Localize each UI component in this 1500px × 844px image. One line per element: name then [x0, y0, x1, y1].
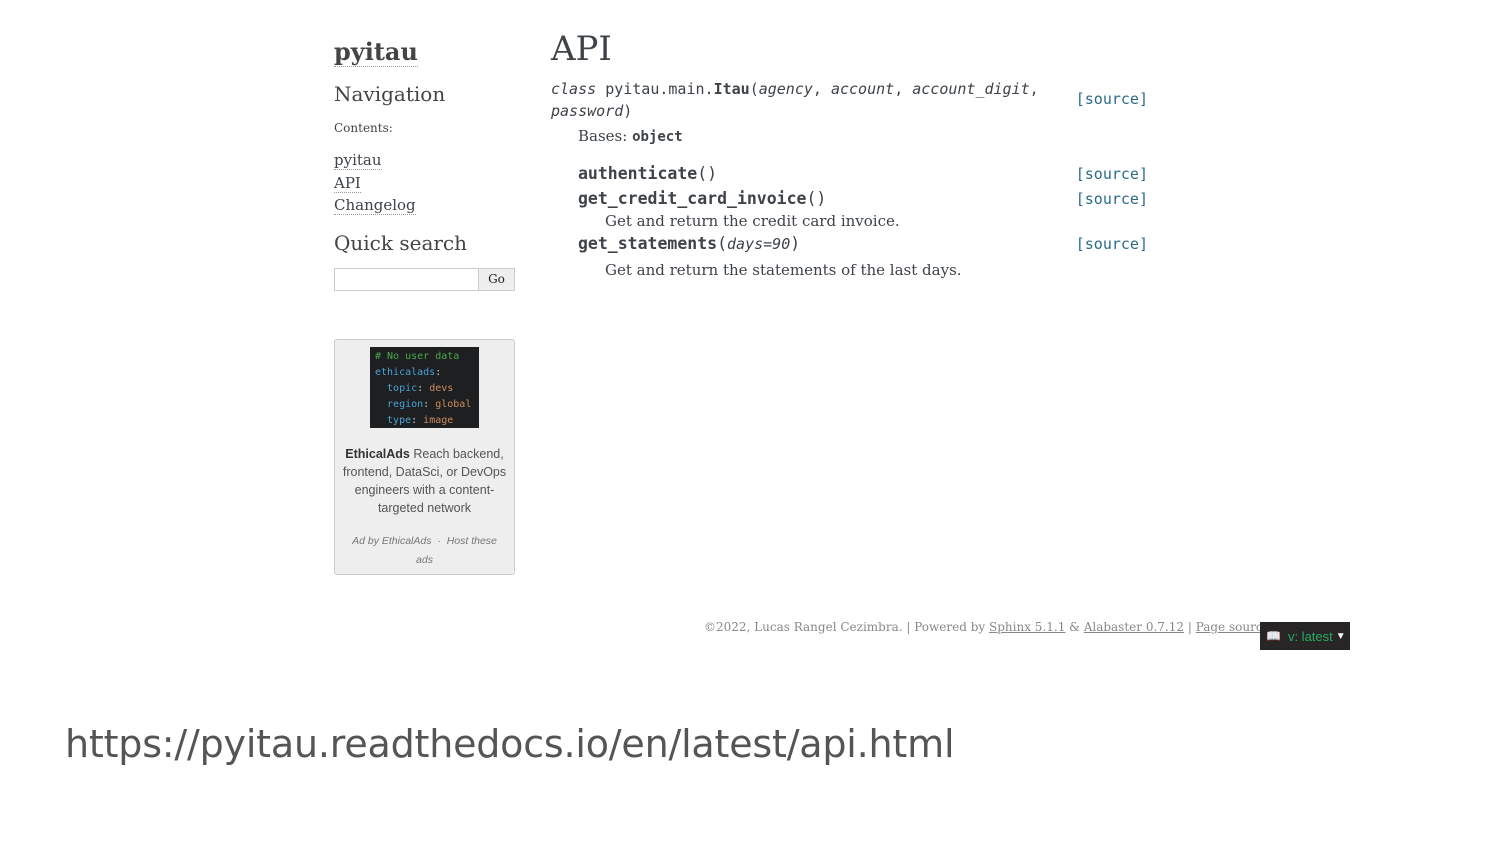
ad-footer: Ad by EthicalAds · Host these ads — [345, 532, 504, 570]
navigation-heading: Navigation — [334, 82, 446, 106]
method-get-statements: get_statements(days=90) [source] — [578, 232, 1148, 256]
footer-amp: & — [1069, 620, 1080, 634]
sidebar: pyitau Navigation Contents: pyitau API C… — [334, 38, 515, 291]
url-caption: https://pyitau.readthedocs.io/en/latest/… — [65, 722, 955, 766]
footer-pipe: | — [1187, 620, 1192, 634]
paren-close: ) — [623, 102, 633, 120]
method-name: get_credit_card_invoice — [578, 189, 807, 208]
quick-search-heading: Quick search — [334, 230, 468, 255]
method-authenticate: authenticate() [source] — [578, 162, 1148, 186]
method-name: get_statements — [578, 234, 718, 253]
paren-open: ( — [749, 80, 759, 98]
search-form: Go — [334, 267, 515, 291]
toc-item: API — [334, 172, 515, 195]
ethicalads-ad[interactable]: # No user data ethicalads: topic: devs r… — [334, 339, 515, 575]
ad-separator: · — [437, 535, 441, 547]
module-prefix: pyitau.main. — [605, 80, 714, 98]
param-sep: , — [894, 80, 913, 98]
method-source-link[interactable]: [source] — [1076, 187, 1148, 211]
ad-image[interactable]: # No user data ethicalads: topic: devs r… — [370, 347, 479, 428]
toc-link-api[interactable]: API — [334, 173, 361, 193]
alabaster-link[interactable]: Alabaster 0.7.12 — [1084, 620, 1184, 634]
ad-by-link[interactable]: Ad by EthicalAds — [352, 535, 431, 547]
page-title: API — [551, 29, 612, 69]
book-icon: 📖 — [1266, 629, 1281, 643]
main-content: API class pyitau.main.Itau(agency, accou… — [551, 28, 1148, 280]
footer-copyright: ©2022, Lucas Rangel Cezimbra. | Powered … — [704, 620, 986, 634]
caret-down-icon: ▼ — [1335, 630, 1346, 642]
toc-link-pyitau[interactable]: pyitau — [334, 151, 382, 170]
class-keyword: class — [551, 80, 597, 98]
toc-item: Changelog — [334, 194, 515, 217]
footer: ©2022, Lucas Rangel Cezimbra. | Powered … — [704, 620, 1270, 634]
bases-value: object — [632, 129, 683, 145]
class-signature: class pyitau.main.Itau(agency, account, … — [551, 78, 1148, 122]
param-sep: , — [1029, 80, 1039, 98]
bases-label: Bases: — [578, 127, 628, 145]
param-sep: , — [812, 80, 831, 98]
bases-line: Bases: object — [578, 126, 1148, 147]
version-label: v: latest — [1287, 628, 1333, 644]
search-input[interactable] — [334, 267, 479, 291]
contents-caption: Contents: — [334, 121, 393, 135]
toc-list: pyitau API Changelog — [334, 149, 515, 217]
param-account: account — [830, 80, 895, 98]
rtd-version-badge[interactable]: 📖 v: latest ▼ — [1260, 622, 1350, 650]
logo-link[interactable]: pyitau — [334, 38, 418, 67]
toc-link-changelog[interactable]: Changelog — [334, 196, 416, 215]
method-name: authenticate — [578, 164, 698, 183]
ad-text[interactable]: EthicalAds Reach backend, frontend, Data… — [339, 445, 510, 517]
param-account-digit: account_digit — [912, 80, 1030, 98]
ad-brand: EthicalAds — [345, 447, 410, 461]
param-password: password — [551, 102, 624, 120]
param-agency: agency — [758, 80, 813, 98]
method-params: days=90 — [727, 235, 791, 253]
class-source-link[interactable]: [source] — [1076, 88, 1148, 110]
sphinx-link[interactable]: Sphinx 5.1.1 — [989, 620, 1065, 634]
go-button[interactable]: Go — [479, 267, 515, 291]
method-description: Get and return the statements of the las… — [605, 261, 962, 279]
page-source-link[interactable]: Page source — [1196, 620, 1270, 634]
method-description: Get and return the credit card invoice. — [605, 212, 900, 230]
method-get-credit-card-invoice: get_credit_card_invoice() [source] — [578, 187, 1148, 211]
toc-item: pyitau — [334, 149, 515, 172]
method-source-link[interactable]: [source] — [1076, 232, 1148, 256]
method-source-link[interactable]: [source] — [1076, 162, 1148, 186]
class-name: Itau — [713, 80, 750, 98]
